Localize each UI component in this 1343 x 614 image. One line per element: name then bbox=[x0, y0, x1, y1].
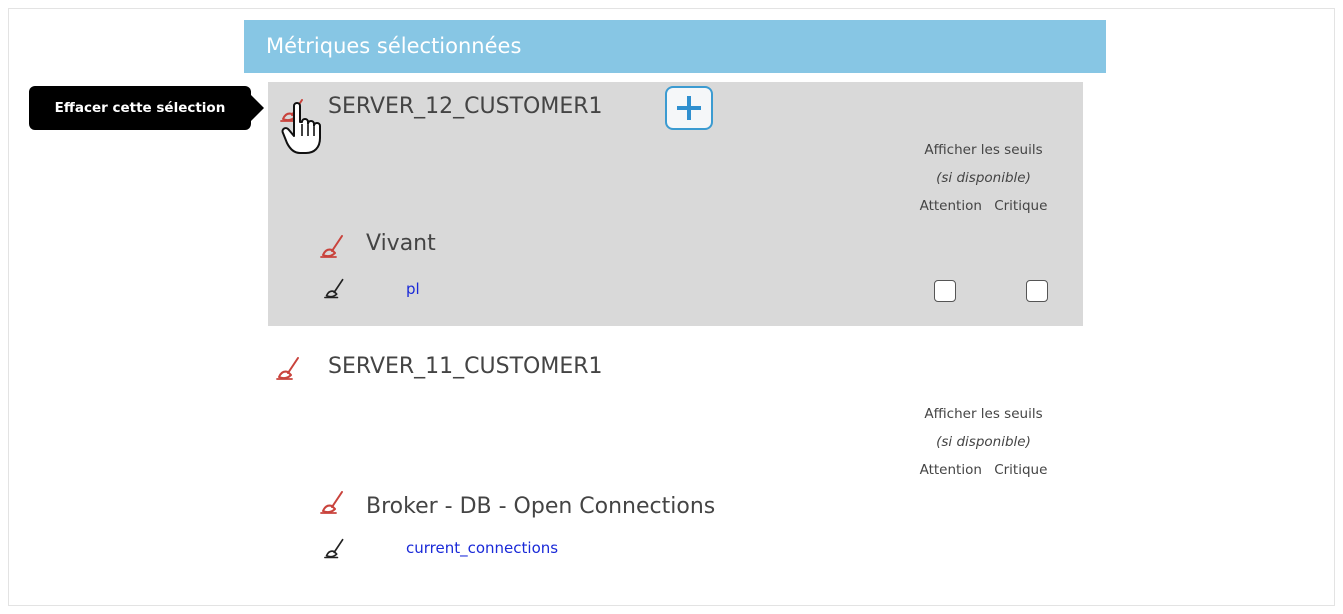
thresholds-header: Afficher les seuils (si disponible) Atte… bbox=[896, 136, 1071, 220]
thresholds-title: Afficher les seuils bbox=[924, 406, 1043, 422]
thresholds-subtitle: (si disponible) bbox=[936, 170, 1031, 186]
warning-column-label: Attention bbox=[919, 462, 982, 478]
add-metric-button[interactable] bbox=[665, 86, 713, 130]
tooltip-text: Effacer cette sélection bbox=[54, 100, 226, 116]
thresholds-subtitle: (si disponible) bbox=[936, 434, 1031, 450]
thresholds-columns: Attention Critique bbox=[896, 192, 1071, 220]
thresholds-header: Afficher les seuils (si disponible) Atte… bbox=[896, 400, 1071, 484]
thresholds-title: Afficher les seuils bbox=[924, 142, 1043, 158]
server-name: SERVER_12_CUSTOMER1 bbox=[328, 94, 603, 119]
critical-threshold-checkbox[interactable] bbox=[1026, 280, 1048, 302]
clear-selection-tooltip: Effacer cette sélection bbox=[29, 86, 251, 130]
metric-name: Vivant bbox=[366, 231, 436, 256]
counter-link[interactable]: current_connections bbox=[406, 539, 558, 557]
metric-name: Broker - DB - Open Connections bbox=[366, 494, 716, 519]
warning-column-label: Attention bbox=[919, 198, 982, 214]
hand-pointer-icon bbox=[280, 100, 324, 156]
thresholds-columns: Attention Critique bbox=[896, 456, 1071, 484]
server-block-server-11: SERVER_11_CUSTOMER1 Afficher les seuils … bbox=[268, 340, 1083, 580]
server-block-server-12: SERVER_12_CUSTOMER1 Afficher les seuils … bbox=[268, 82, 1083, 326]
header-title: Métriques sélectionnées bbox=[266, 34, 522, 58]
broom-icon[interactable] bbox=[276, 356, 302, 382]
broom-icon[interactable] bbox=[320, 490, 346, 516]
broom-icon[interactable] bbox=[320, 234, 346, 260]
critical-column-label: Critique bbox=[994, 198, 1048, 214]
server-name: SERVER_11_CUSTOMER1 bbox=[328, 354, 603, 379]
counter-link[interactable]: pl bbox=[406, 280, 420, 298]
broom-icon[interactable] bbox=[324, 278, 346, 300]
selected-metrics-header: Métriques sélectionnées bbox=[244, 20, 1106, 73]
warning-threshold-checkbox[interactable] bbox=[934, 280, 956, 302]
critical-column-label: Critique bbox=[994, 462, 1048, 478]
broom-icon[interactable] bbox=[324, 538, 346, 560]
